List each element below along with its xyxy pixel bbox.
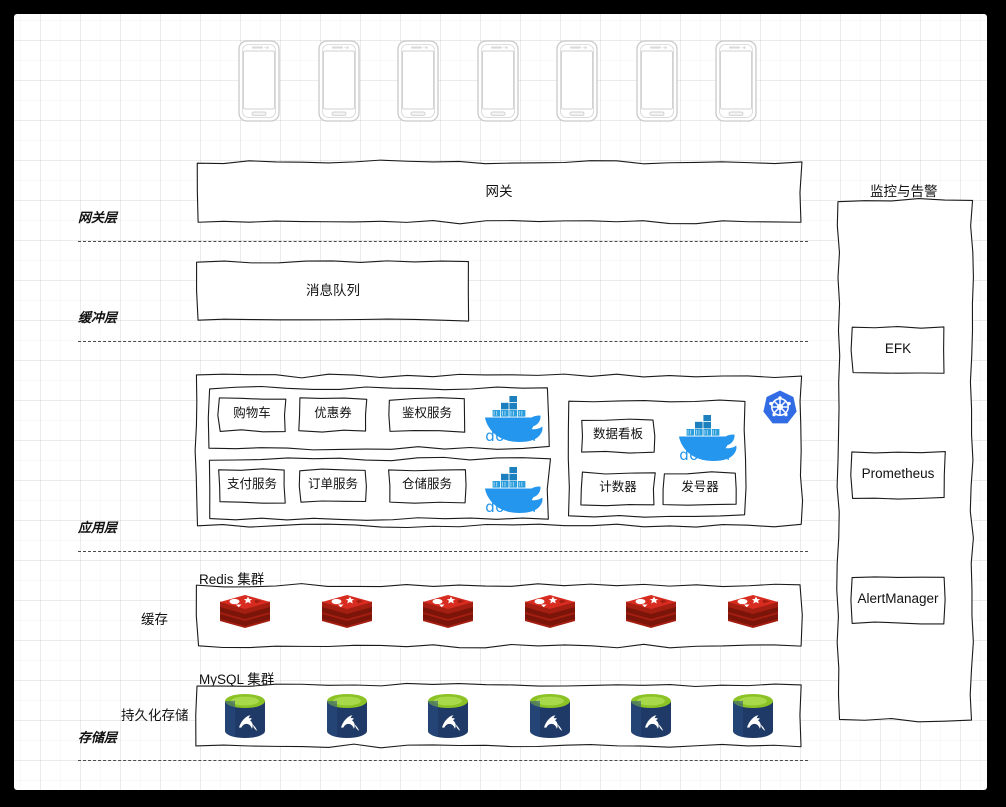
mobile-phone-icon <box>397 40 439 122</box>
layer-label-application: 应用层 <box>78 517 117 536</box>
mobile-phone-icon <box>715 40 757 122</box>
layer-label-storage: 存储层 <box>78 727 117 746</box>
service-box-dashboard[interactable]: 数据看板 <box>582 420 654 452</box>
mysql-icon <box>323 691 371 746</box>
mysql-icon <box>526 691 574 746</box>
mobile-phone-icon <box>636 40 678 122</box>
docker-icon: docker <box>480 466 544 516</box>
separator-application-storage <box>78 551 808 552</box>
separator-buffer-application <box>78 341 808 342</box>
service-box-payment[interactable]: 支付服务 <box>219 470 285 502</box>
gateway-box[interactable]: 网关 <box>197 162 801 222</box>
mobile-phone-icon <box>477 40 519 122</box>
mysql-icon <box>221 691 269 746</box>
layer-label-buffer: 缓冲层 <box>78 307 117 326</box>
mobile-phone-icon <box>318 40 360 122</box>
docker-icon: docker <box>480 395 544 445</box>
message-queue-box[interactable]: 消息队列 <box>197 262 469 320</box>
service-box-counter[interactable]: 计数器 <box>582 473 654 505</box>
mobile-phone-icon <box>238 40 280 122</box>
service-box-order[interactable]: 订单服务 <box>300 470 366 502</box>
redis-icon <box>726 593 780 644</box>
monitoring-item-prometheus[interactable]: Prometheus <box>852 452 944 498</box>
docker-icon: docker <box>674 414 738 464</box>
kubernetes-icon <box>762 389 798 425</box>
redis-icon <box>624 593 678 644</box>
side-label-cache: 缓存 <box>141 608 168 628</box>
service-box-coupon[interactable]: 优惠券 <box>300 399 366 431</box>
redis-icon <box>523 593 577 644</box>
docker-wordmark: docker <box>480 427 544 445</box>
separator-storage-bottom <box>78 760 808 761</box>
service-box-warehouse[interactable]: 仓储服务 <box>389 470 465 502</box>
redis-icon <box>320 593 374 644</box>
monitoring-item-alertmanager[interactable]: AlertManager <box>852 577 944 623</box>
monitoring-item-efk[interactable]: EFK <box>852 327 944 373</box>
diagram-canvas: 网关层 缓冲层 应用层 存储层 缓存 持久化存储 网关 消息队列 购物车 优惠券… <box>14 14 987 790</box>
mysql-icon <box>729 691 777 746</box>
docker-wordmark: docker <box>674 446 738 464</box>
separator-gateway-buffer <box>78 241 808 242</box>
service-box-cart[interactable]: 购物车 <box>219 399 285 431</box>
mobile-phone-icon <box>556 40 598 122</box>
service-box-auth[interactable]: 鉴权服务 <box>389 399 465 431</box>
layer-label-gateway: 网关层 <box>78 207 117 226</box>
mysql-icon <box>424 691 472 746</box>
monitoring-title: 监控与告警 <box>870 180 938 200</box>
redis-node-row <box>197 585 801 646</box>
mysql-icon <box>627 691 675 746</box>
redis-icon <box>218 593 272 644</box>
docker-wordmark: docker <box>480 498 544 516</box>
side-label-persistence: 持久化存储 <box>121 704 189 724</box>
mysql-node-row <box>197 685 801 746</box>
redis-icon <box>421 593 475 644</box>
service-box-id-generator[interactable]: 发号器 <box>664 473 736 505</box>
